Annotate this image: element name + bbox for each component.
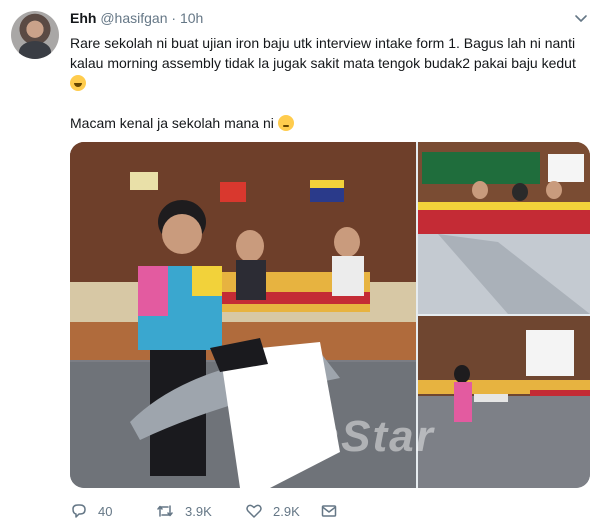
retweet-icon	[157, 505, 173, 517]
heart-icon	[246, 504, 262, 518]
photo-panel-table-drawing	[418, 142, 590, 314]
thinking-face-icon	[277, 115, 294, 131]
tweet-text-line-1: Rare sekolah ni buat ujian iron baju utk…	[70, 35, 576, 71]
tweet-media-grid: mStar	[70, 142, 590, 488]
retweet-count: 3.9K	[185, 503, 212, 519]
timestamp[interactable]: 10h	[180, 10, 203, 26]
reply-button[interactable]: 40	[70, 500, 112, 522]
tweet-text-paragraph-2: Macam kenal ja sekolah mana ni	[70, 113, 590, 133]
tweet-card: Ehh @hasifgan · 10h Rare sekolah ni buat…	[0, 0, 600, 527]
tweet-text: Rare sekolah ni buat ujian iron baju utk…	[70, 33, 590, 133]
tweet-text-line-2: Macam kenal ja sekolah mana ni	[70, 115, 274, 131]
photo-panel-table[interactable]	[418, 142, 590, 314]
retweet-button[interactable]: 3.9K	[155, 500, 212, 522]
media-watermark: mStar	[300, 412, 435, 461]
like-count: 2.9K	[273, 503, 300, 519]
reply-count: 40	[98, 503, 113, 519]
avatar[interactable]	[11, 11, 59, 59]
share-button[interactable]	[320, 500, 338, 522]
display-name[interactable]: Ehh	[70, 10, 96, 26]
reply-icon	[72, 504, 86, 518]
like-button[interactable]: 2.9K	[245, 500, 300, 522]
chevron-down-icon[interactable]	[574, 12, 588, 26]
tweet-header: Ehh @hasifgan · 10h	[70, 10, 203, 28]
envelope-icon	[321, 505, 337, 517]
user-handle[interactable]: @hasifgan	[100, 10, 167, 26]
tweet-text-paragraph-1: Rare sekolah ni buat ujian iron baju utk…	[70, 33, 590, 93]
tweet-actions: 40 3.9K 2.9K	[70, 500, 590, 522]
avatar-figure	[19, 41, 51, 59]
face-with-tears-of-joy-icon	[70, 75, 86, 91]
separator-dot: ·	[171, 10, 177, 26]
